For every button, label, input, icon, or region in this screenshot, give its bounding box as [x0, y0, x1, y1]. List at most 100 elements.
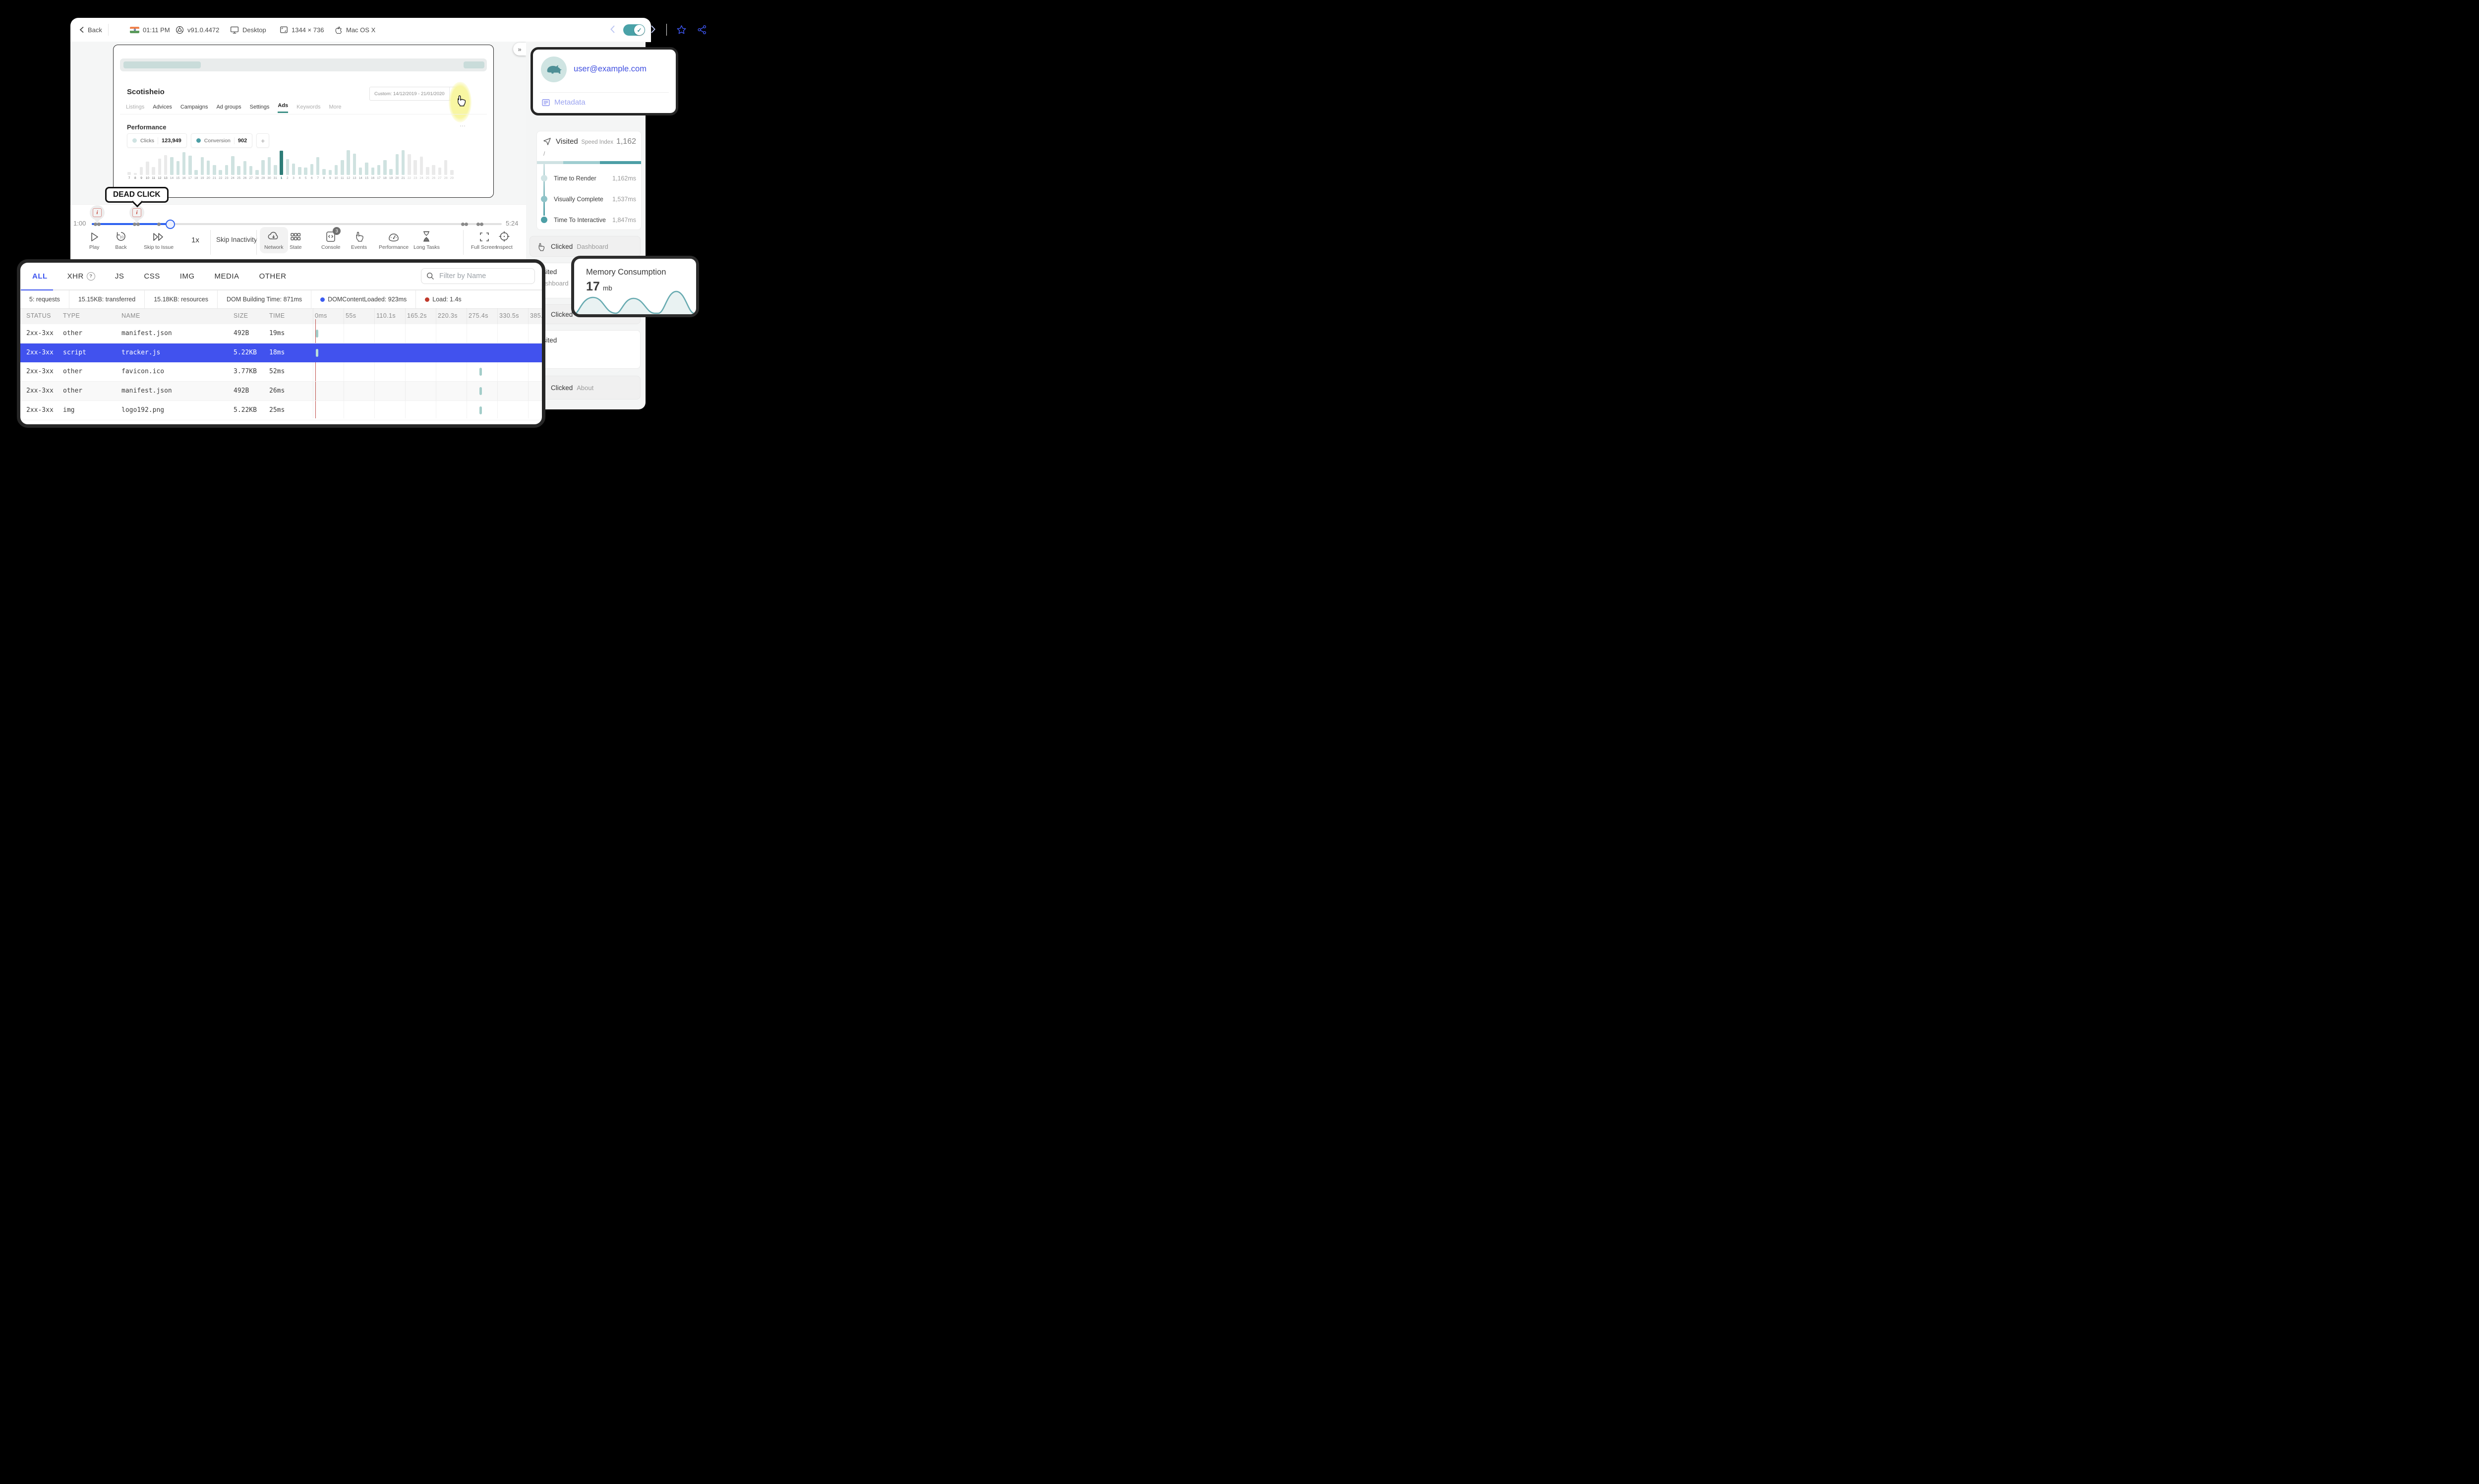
timeline-event-dot[interactable]	[476, 222, 480, 226]
chart-bar-column: 18	[194, 149, 198, 180]
table-row-logo192.png[interactable]: 2xx-3xx img logo192.png 5.22KB 25ms	[20, 401, 542, 420]
inspect-button[interactable]: Inspect	[496, 230, 513, 250]
chart-bar	[292, 164, 295, 175]
chart-bar-column: 28	[444, 149, 448, 180]
chart-tick-label: 17	[188, 176, 192, 180]
metric-dot	[541, 175, 547, 181]
metric-dot	[541, 196, 547, 202]
issue-marker-dead-click[interactable]: i	[129, 205, 144, 224]
metric-value: 1,537ms	[612, 196, 636, 203]
user-email-link[interactable]: user@example.com	[574, 64, 647, 74]
chart-tick-label: 24	[419, 176, 423, 180]
autoplay-toggle[interactable]: ✓	[623, 24, 645, 36]
network-tab-css[interactable]: CSS	[144, 272, 160, 281]
waterfall-bar	[479, 387, 482, 395]
domcontentloaded-dot-icon	[320, 297, 325, 302]
page-tab-settings[interactable]: Settings	[250, 104, 270, 113]
stat-label: 15.15KB: transferred	[78, 296, 136, 303]
page-tab-campaigns[interactable]: Campaigns	[180, 104, 208, 113]
play-button[interactable]: Play	[89, 230, 99, 250]
timeline-event-dot[interactable]	[461, 222, 465, 226]
prev-session-button[interactable]	[610, 25, 620, 35]
network-tab-media[interactable]: MEDIA	[215, 272, 239, 281]
collapse-panel-button[interactable]: »	[513, 43, 526, 56]
issue-marker[interactable]: i	[90, 205, 105, 224]
panel-state-button[interactable]: State	[290, 230, 302, 250]
skip-forward-icon	[152, 230, 165, 242]
page-tab-listings[interactable]: Listings	[126, 104, 144, 113]
page-tabs: Listings Advices Campaigns Ad groups Setting…	[126, 103, 342, 113]
topbar-divider	[666, 24, 667, 36]
share-button[interactable]	[697, 25, 707, 35]
pointer-hand-icon	[354, 230, 364, 242]
date-range-select[interactable]: Custom: 14/12/2019 - 21/01/2020	[369, 87, 460, 101]
chart-bar-column: 16	[370, 149, 375, 180]
network-tab-img[interactable]: IMG	[180, 272, 195, 281]
column-header-time: TIME	[269, 312, 285, 319]
help-icon: ?	[86, 272, 95, 281]
network-tab-xhr[interactable]: XHR?	[67, 272, 95, 281]
section-more-button[interactable]: ⋯	[460, 122, 466, 129]
panel-performance-button[interactable]: Performance	[379, 230, 409, 250]
back-button[interactable]: Back	[79, 18, 102, 42]
star-icon	[677, 25, 686, 34]
page-tab-keywords[interactable]: Keywords	[296, 104, 320, 113]
favorite-button[interactable]	[676, 25, 687, 35]
load-progress-segment	[537, 161, 563, 164]
network-tab-all[interactable]: ALL	[32, 272, 48, 281]
table-row-tracker.js[interactable]: 2xx-3xx script tracker.js 5.22KB 18ms	[20, 343, 542, 362]
table-row-manifest.json[interactable]: 2xx-3xx other manifest.json 492B 26ms	[20, 382, 542, 401]
back-label: Back	[88, 26, 102, 34]
metric-chip-clicks[interactable]: Clicks 123,949	[127, 133, 187, 148]
network-tab-other[interactable]: OTHER	[259, 272, 287, 281]
back-10s-button[interactable]: 10 Back	[115, 230, 127, 250]
chart-bar	[249, 166, 253, 175]
share-icon	[698, 25, 707, 34]
timeline-event-dot[interactable]	[157, 222, 161, 226]
chart-bar-column: 30	[267, 149, 271, 180]
next-session-button[interactable]	[650, 25, 660, 35]
page-tab-ad-groups[interactable]: Ad groups	[216, 104, 241, 113]
metadata-button[interactable]: Metadata	[542, 98, 586, 107]
session-time: 01:11 PM	[130, 18, 170, 42]
filter-input[interactable]	[438, 272, 525, 281]
page-tab-advices[interactable]: Advices	[153, 104, 172, 113]
panel-network-button[interactable]: Network	[260, 227, 288, 253]
network-tab-js[interactable]: JS	[115, 272, 124, 281]
state-grid-icon	[290, 230, 301, 242]
skeleton-pill	[123, 61, 201, 68]
panel-events-button[interactable]: Events	[351, 230, 367, 250]
cell-time: 52ms	[269, 368, 285, 375]
speed-button[interactable]: 1x	[191, 236, 199, 244]
filter-field[interactable]	[421, 268, 535, 284]
page-tab-more[interactable]: More	[329, 104, 341, 113]
skip-inactivity-button[interactable]: Skip Inactivity	[216, 236, 257, 243]
table-row-manifest.json[interactable]: 2xx-3xx other manifest.json 492B 19ms	[20, 324, 542, 343]
table-row-favicon.ico[interactable]: 2xx-3xx other favicon.ico 3.77KB 52ms	[20, 362, 542, 382]
chart-bar	[353, 154, 356, 175]
event-clicked-about[interactable]: Clicked About	[530, 376, 641, 400]
full-screen-button[interactable]: Full Screen	[471, 230, 497, 250]
chart-bar	[328, 170, 332, 175]
skip-to-issue-button[interactable]: Skip to Issue	[144, 230, 174, 250]
timeline-event-dot[interactable]	[465, 222, 468, 226]
add-metric-button[interactable]: +	[256, 133, 270, 148]
chart-tick-label: 15	[176, 176, 180, 180]
chart-tick-label: 11	[340, 176, 344, 180]
timeline-playhead[interactable]	[166, 220, 175, 229]
event-clicked-dashboard[interactable]: Clicked Dashboard	[530, 236, 641, 257]
timeline-event-dot[interactable]	[480, 222, 483, 226]
event-visited[interactable]: Visited	[530, 330, 641, 369]
chart-bar	[334, 165, 338, 175]
metrics-timeline	[543, 164, 545, 216]
panel-long-tasks-button[interactable]: Long Tasks	[413, 230, 440, 250]
chart-bar	[347, 150, 350, 175]
panel-console-button[interactable]: 3 Console	[321, 227, 341, 250]
page-tab-ads[interactable]: Ads	[278, 103, 289, 113]
metric-chip-conversion[interactable]: Conversion 902	[190, 133, 253, 148]
issue-icon: i	[132, 208, 141, 217]
chart-bar-column: 20	[395, 149, 399, 180]
memory-consumption-card: Memory Consumption 17 mb	[571, 256, 699, 317]
chart-tick-label: 31	[273, 176, 277, 180]
chart-bar-column: 2	[285, 149, 290, 180]
